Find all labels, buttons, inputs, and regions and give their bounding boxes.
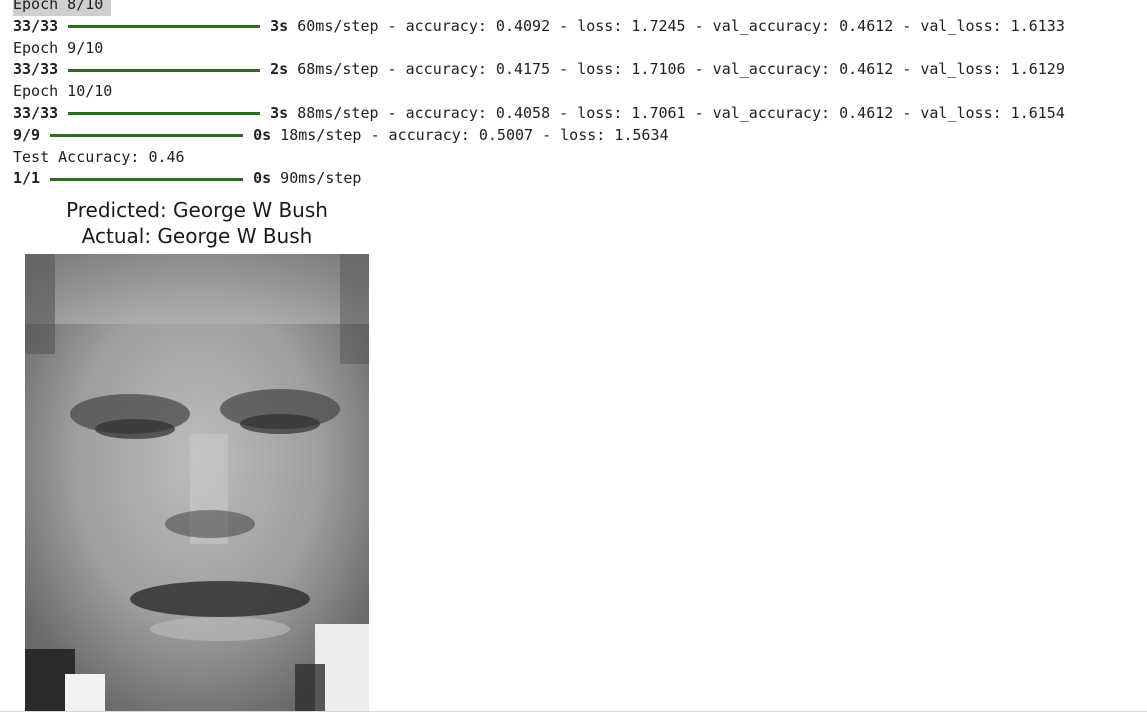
- progress-bar: [68, 68, 261, 72]
- progress-line-test: 9/9 0s 18ms/step - accuracy: 0.5007 - los…: [13, 125, 1147, 147]
- epoch-line-9: Epoch 9/10: [13, 38, 1147, 60]
- step-count: 33/33: [13, 103, 59, 122]
- step-time: 0s: [253, 125, 272, 144]
- metrics-text: 88ms/step - accuracy: 0.4058 - loss: 1.7…: [288, 103, 1065, 122]
- actual-label: Actual: George W Bush: [81, 224, 313, 248]
- epoch-label: Epoch 9/10: [13, 38, 104, 57]
- epoch-label: Epoch 10/10: [13, 82, 113, 101]
- face-image: [25, 254, 369, 711]
- progress-bar: [68, 25, 261, 29]
- metrics-text: 68ms/step - accuracy: 0.4175 - loss: 1.7…: [288, 60, 1065, 79]
- progress-line: 33/33 3s 60ms/step - accuracy: 0.4092 - l…: [13, 16, 1147, 38]
- predicted-label: Predicted: George W Bush: [66, 198, 328, 222]
- progress-bar: [50, 134, 244, 138]
- test-accuracy-text: Test Accuracy: 0.46: [13, 147, 185, 166]
- test-accuracy-line: Test Accuracy: 0.46: [13, 147, 1147, 169]
- epoch-line-10: Epoch 10/10: [13, 81, 1147, 103]
- epoch-line-8: Epoch 8/10: [13, 0, 1147, 16]
- step-time: 3s: [270, 103, 289, 122]
- epoch-label: Epoch 8/10: [13, 0, 112, 16]
- progress-line: 33/33 2s 68ms/step - accuracy: 0.4175 - l…: [13, 59, 1147, 81]
- divider: [0, 711, 1147, 712]
- step-count: 33/33: [13, 60, 59, 79]
- metrics-text: 18ms/step - accuracy: 0.5007 - loss: 1.5…: [271, 125, 669, 144]
- step-count: 1/1: [13, 169, 41, 188]
- prediction-figure: Predicted: George W Bush Actual: George …: [25, 198, 369, 711]
- metrics-text: 60ms/step - accuracy: 0.4092 - loss: 1.7…: [288, 16, 1065, 35]
- metrics-text: 90ms/step: [271, 169, 362, 188]
- step-time: 2s: [270, 60, 289, 79]
- progress-bar: [50, 177, 244, 181]
- notebook-output: Epoch 8/10 33/33 3s 60ms/step - accuracy:…: [13, 0, 1147, 190]
- progress-line: 33/33 3s 88ms/step - accuracy: 0.4058 - l…: [13, 103, 1147, 125]
- step-count: 33/33: [13, 16, 59, 35]
- step-time: 3s: [270, 16, 289, 35]
- progress-bar: [68, 112, 261, 116]
- progress-line-predict: 1/1 0s 90ms/step: [13, 168, 1147, 190]
- step-time: 0s: [253, 169, 272, 188]
- step-count: 9/9: [13, 125, 41, 144]
